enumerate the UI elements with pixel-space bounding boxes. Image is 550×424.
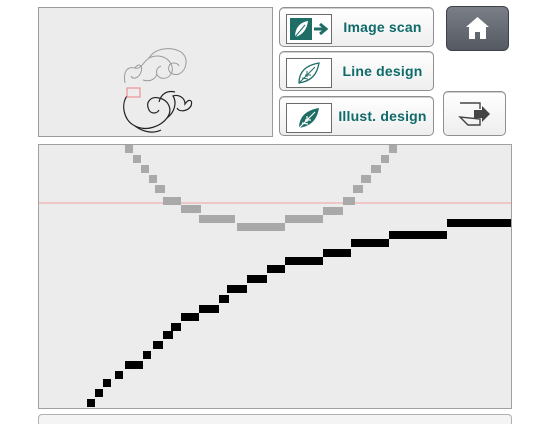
gray-curve-segment [285, 215, 323, 223]
leaf-filled-icon [286, 103, 332, 133]
gray-curve-segment [125, 145, 133, 153]
black-curve-segment [447, 219, 511, 227]
image-scan-button[interactable]: Image scan [279, 7, 434, 47]
gray-curve-segment [237, 223, 285, 231]
illust-design-label: Illust. design [338, 108, 427, 124]
black-curve-segment [247, 275, 267, 283]
line-design-label: Line design [342, 63, 423, 79]
black-curve-segment [143, 351, 151, 359]
exit-button[interactable] [443, 91, 506, 136]
black-curve-segment [323, 249, 351, 257]
black-curve-segment [267, 265, 285, 273]
gray-curve-segment [141, 165, 149, 173]
gray-curve-segment [371, 165, 381, 173]
black-curve-segment [125, 361, 143, 369]
selection-frame [126, 87, 141, 98]
black-curve-segment [171, 323, 181, 331]
black-curve-segment [95, 389, 103, 397]
black-curve-segment [389, 231, 447, 239]
black-curve-segment [227, 285, 247, 293]
black-curve-segment [153, 341, 163, 349]
bottom-panel-edge [38, 414, 512, 424]
black-curve-segment [87, 399, 95, 407]
gray-stepped-curve [125, 145, 397, 231]
gray-curve-segment [323, 207, 343, 215]
black-stepped-curve [87, 219, 511, 407]
gray-curve-segment [149, 175, 157, 183]
exit-arrow-icon [458, 102, 490, 126]
black-curve-segment [103, 379, 111, 387]
design-preview [38, 7, 273, 137]
black-curve-segment [163, 331, 173, 339]
black-curve-segment [285, 257, 323, 265]
image-scan-label: Image scan [343, 19, 422, 35]
gray-curve-segment [163, 197, 181, 205]
gray-curve-segment [353, 185, 363, 193]
home-button[interactable] [446, 6, 509, 51]
black-curve-segment [351, 239, 389, 247]
gray-curve-segment [181, 205, 201, 213]
gray-curve-segment [199, 215, 235, 223]
gray-curve-segment [361, 175, 371, 183]
home-icon [466, 17, 489, 39]
black-curve-segment [219, 295, 229, 303]
black-curve-segment [199, 305, 219, 313]
black-curve-segment [115, 371, 123, 379]
leaf-scan-arrow-icon [286, 14, 332, 44]
gray-curve-segment [133, 155, 141, 163]
line-design-button[interactable]: Line design [279, 51, 434, 91]
gray-curve-segment [343, 197, 355, 205]
gray-curve-segment [389, 145, 397, 153]
editing-canvas[interactable] [38, 144, 512, 409]
gray-curve-segment [381, 155, 389, 163]
design-thumbnail [123, 48, 193, 133]
black-curve-segment [181, 313, 199, 321]
illust-design-button[interactable]: Illust. design [279, 96, 434, 136]
leaf-outline-icon [286, 58, 332, 88]
curve-area [39, 145, 511, 407]
gray-curve-segment [155, 185, 165, 193]
